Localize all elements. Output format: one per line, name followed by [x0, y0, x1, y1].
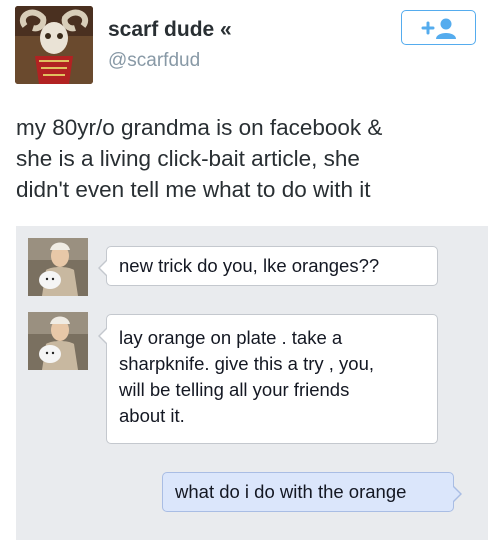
grandma-avatar: [28, 312, 88, 370]
add-user-icon: [421, 18, 456, 39]
message-text: new trick do you, lke oranges??: [119, 255, 380, 276]
message-bubble: lay orange on plate . take a sharpknife.…: [98, 314, 438, 444]
follow-button[interactable]: [401, 10, 476, 45]
display-name[interactable]: scarf dude «: [108, 18, 232, 42]
user-avatar[interactable]: [15, 6, 93, 84]
tweet-text: my 80yr/o grandma is on facebook & she i…: [16, 112, 486, 205]
message-text: what do i do with the orange: [175, 481, 407, 502]
chat-screenshot: new trick do you, lke oranges?? lay oran…: [16, 226, 488, 540]
grandma-avatar: [28, 238, 88, 296]
message-text: lay orange on plate . take a: [119, 327, 343, 348]
tweet-header: scarf dude « @scarfdud: [0, 0, 494, 96]
tweet-text-line: she is a living click-bait article, she: [16, 146, 360, 171]
user-handle[interactable]: @scarfdud: [108, 50, 200, 72]
message-text: about it.: [119, 405, 185, 426]
message-text: will be telling all your friends: [119, 379, 350, 400]
ram-skull-avatar-image: [15, 6, 93, 84]
grandma-photo: [28, 238, 88, 296]
grandma-photo: [28, 312, 88, 370]
tweet-text-line: my 80yr/o grandma is on facebook &: [16, 115, 383, 140]
message-text: sharpknife. give this a try , you,: [119, 353, 375, 374]
message-bubble-outgoing: what do i do with the orange: [162, 472, 462, 512]
tweet-text-line: didn't even tell me what to do with it: [16, 177, 371, 202]
message-bubble: new trick do you, lke oranges??: [98, 246, 438, 286]
